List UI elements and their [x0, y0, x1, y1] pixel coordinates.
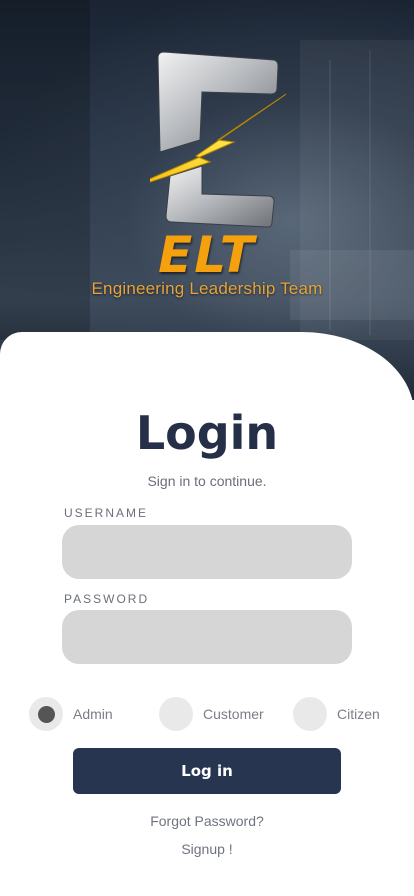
password-label: PASSWORD — [64, 592, 150, 606]
page-title: Login — [135, 406, 279, 460]
role-label-customer: Customer — [203, 706, 264, 722]
role-radio-admin[interactable]: Admin — [29, 696, 113, 732]
username-label: USERNAME — [64, 506, 149, 520]
page-subtitle: Sign in to continue. — [147, 473, 267, 489]
brand-tagline: Engineering Leadership Team — [91, 279, 323, 298]
elt-logo-lightning-e-icon — [150, 51, 286, 228]
login-button[interactable]: Log in — [73, 748, 341, 794]
signup-link[interactable]: Signup ! — [0, 841, 414, 857]
radio-selected-icon — [29, 697, 63, 731]
password-input[interactable] — [62, 610, 352, 664]
role-label-admin: Admin — [73, 706, 113, 722]
radio-unselected-icon — [159, 697, 193, 731]
role-label-citizen: Citizen — [337, 706, 380, 722]
brand-name: ELT — [158, 226, 256, 284]
username-input[interactable] — [62, 525, 352, 579]
forgot-password-link[interactable]: Forgot Password? — [0, 813, 414, 829]
role-radio-customer[interactable]: Customer — [159, 696, 264, 732]
role-radio-citizen[interactable]: Citizen — [293, 696, 380, 732]
radio-unselected-icon — [293, 697, 327, 731]
